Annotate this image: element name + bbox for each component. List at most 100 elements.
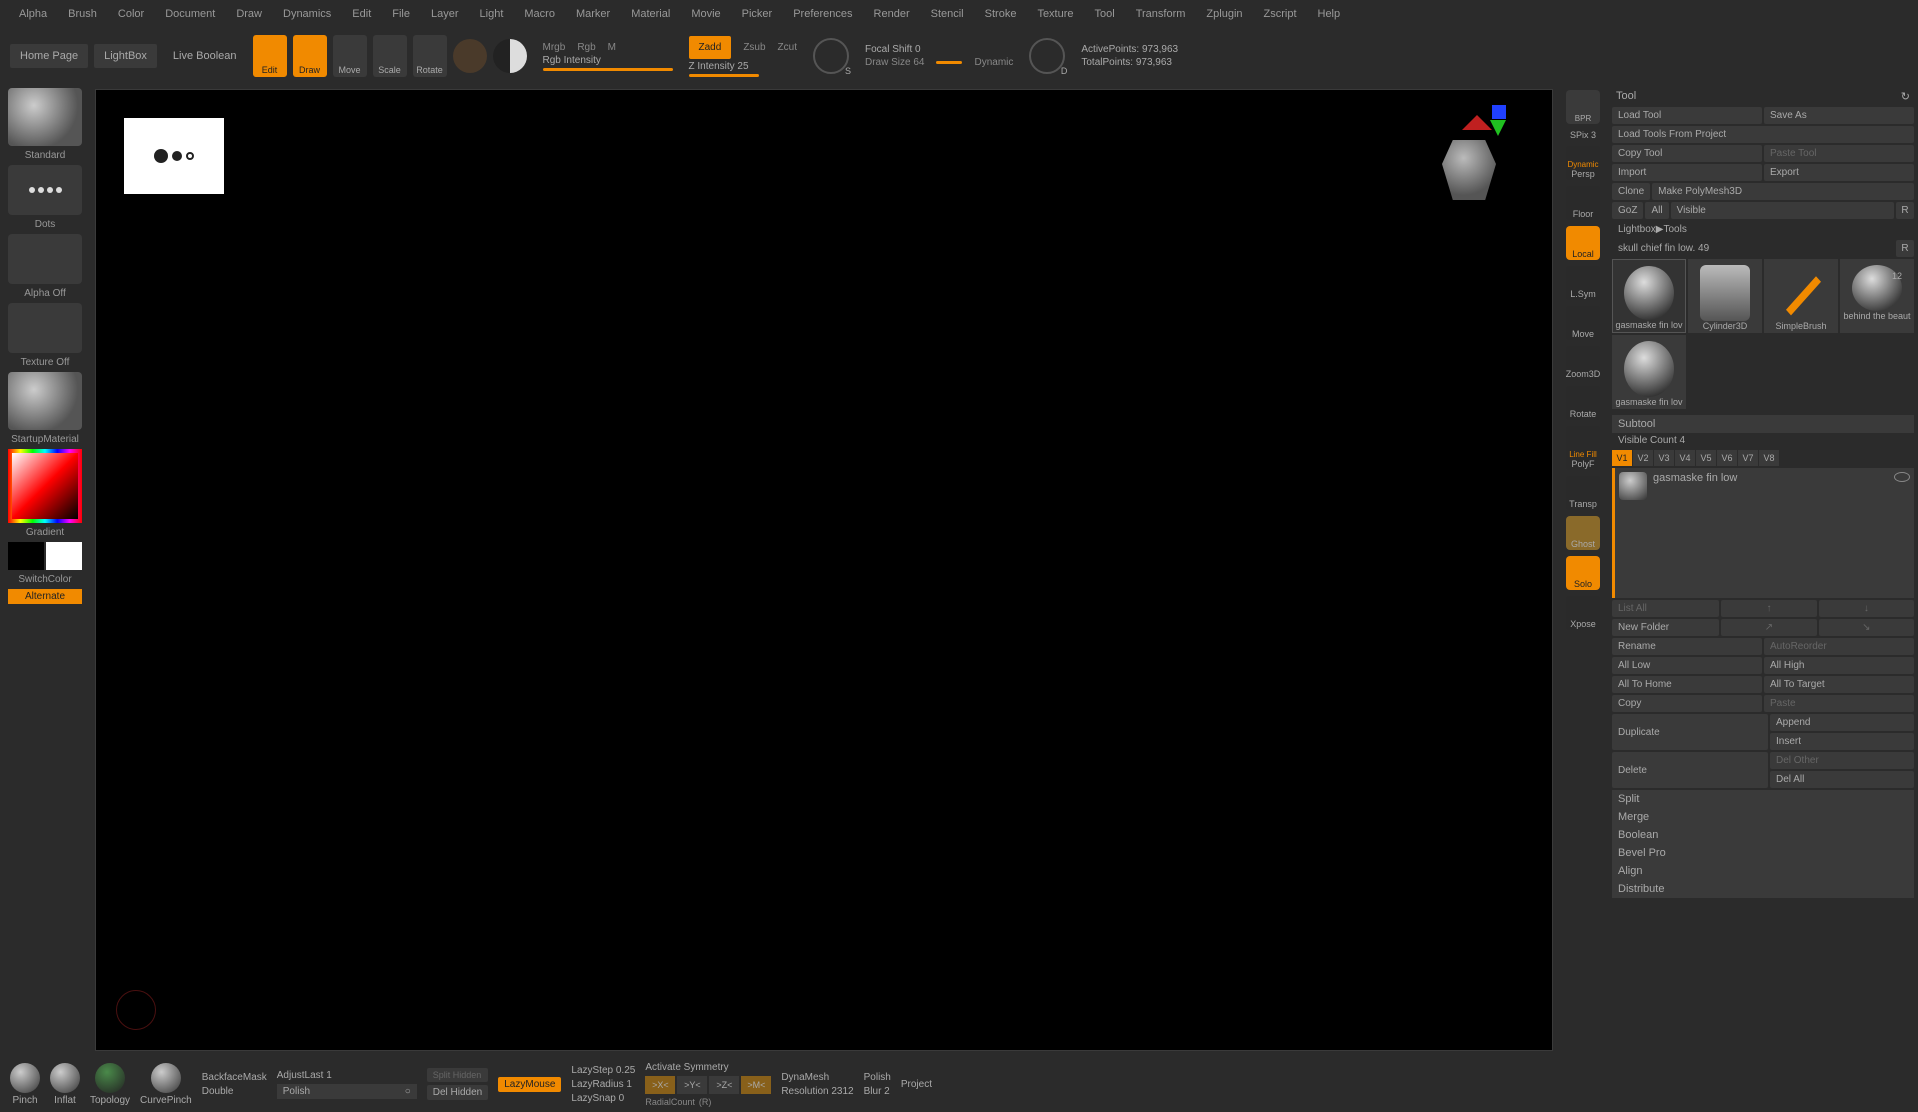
menu-item[interactable]: Macro: [515, 5, 564, 23]
project-label[interactable]: Project: [901, 1079, 932, 1090]
all-high-button[interactable]: All High: [1764, 657, 1914, 674]
v4-button[interactable]: V4: [1675, 450, 1695, 466]
down-icon[interactable]: ↓: [1819, 600, 1914, 617]
swatch-white[interactable]: [46, 542, 82, 570]
viewport[interactable]: [95, 89, 1553, 1051]
r-button-2[interactable]: R: [1896, 240, 1914, 257]
lazymouse-button[interactable]: LazyMouse: [498, 1077, 561, 1092]
dynamesh-label[interactable]: DynaMesh: [781, 1072, 853, 1083]
activate-symmetry-label[interactable]: Activate Symmetry: [645, 1062, 771, 1073]
menu-item[interactable]: Stencil: [922, 5, 973, 23]
resolution-label[interactable]: Resolution 2312: [781, 1086, 853, 1097]
split-hidden-button[interactable]: Split Hidden: [427, 1068, 488, 1082]
home-button[interactable]: Home Page: [10, 44, 88, 68]
rename-button[interactable]: Rename: [1612, 638, 1762, 655]
tool-item-cylinder[interactable]: Cylinder3D: [1688, 259, 1762, 333]
export-button[interactable]: Export: [1764, 164, 1914, 181]
xpose-button[interactable]: Xpose: [1566, 596, 1600, 630]
up-icon[interactable]: ↑: [1721, 600, 1816, 617]
goz-button[interactable]: GoZ: [1612, 202, 1643, 219]
swatch-black[interactable]: [8, 542, 44, 570]
v2-button[interactable]: V2: [1633, 450, 1653, 466]
all-target-button[interactable]: All To Target: [1764, 676, 1914, 693]
y-sym-toggle[interactable]: >Y<: [677, 1076, 707, 1094]
adjustlast-label[interactable]: AdjustLast 1: [277, 1070, 417, 1081]
append-button[interactable]: Append: [1770, 714, 1914, 731]
dial-s-icon[interactable]: S: [813, 38, 849, 74]
tool-item-simplebrush[interactable]: SimpleBrush: [1764, 259, 1838, 333]
z-intensity-slider[interactable]: [689, 74, 759, 77]
lazysnap-label[interactable]: LazySnap 0: [571, 1093, 635, 1104]
tool-item-gasmask2[interactable]: gasmaske fin lov: [1612, 335, 1686, 409]
del-hidden-button[interactable]: Del Hidden: [427, 1085, 488, 1100]
subtool-list[interactable]: gasmaske fin low: [1612, 468, 1914, 598]
load-project-button[interactable]: Load Tools From Project: [1612, 126, 1914, 143]
load-tool-button[interactable]: Load Tool: [1612, 107, 1762, 124]
camera-head-icon[interactable]: [1442, 140, 1496, 200]
edit-button[interactable]: Edit: [253, 35, 287, 77]
menu-item[interactable]: Edit: [343, 5, 380, 23]
switchcolor-label[interactable]: SwitchColor: [16, 572, 73, 587]
v5-button[interactable]: V5: [1696, 450, 1716, 466]
menu-item[interactable]: Zscript: [1255, 5, 1306, 23]
navigation-gizmo[interactable]: [1452, 100, 1522, 200]
material-swatch-icon[interactable]: [453, 39, 487, 73]
brush-curvepinch[interactable]: CurvePinch: [140, 1063, 192, 1106]
merge-header[interactable]: Merge: [1612, 808, 1914, 826]
polish-dropdown[interactable]: Polish○: [277, 1084, 417, 1099]
arrow-icon-2[interactable]: ↘: [1819, 619, 1914, 636]
bpr-button[interactable]: BPR: [1566, 90, 1600, 124]
polymesh-button[interactable]: Make PolyMesh3D: [1652, 183, 1914, 200]
menu-item[interactable]: File: [383, 5, 419, 23]
m-sym-toggle[interactable]: >M<: [741, 1076, 771, 1094]
transp-button[interactable]: Transp: [1566, 476, 1600, 510]
rotate-button[interactable]: Rotate: [413, 35, 447, 77]
menu-item[interactable]: Render: [865, 5, 919, 23]
lsym-button[interactable]: L.Sym: [1566, 266, 1600, 300]
rgb-intensity-slider[interactable]: [543, 68, 673, 71]
menu-item[interactable]: Movie: [682, 5, 729, 23]
zoom3d-button[interactable]: Zoom3D: [1566, 346, 1600, 380]
r-button[interactable]: R: [1896, 202, 1914, 219]
menu-item[interactable]: Texture: [1028, 5, 1082, 23]
menu-item[interactable]: Tool: [1086, 5, 1124, 23]
delete-button[interactable]: Delete: [1612, 752, 1768, 788]
alternate-button[interactable]: Alternate: [8, 589, 82, 604]
gradient-icon[interactable]: [493, 39, 527, 73]
persp-button[interactable]: DynamicPersp: [1566, 146, 1600, 180]
scale-button[interactable]: Scale: [373, 35, 407, 77]
quicksketch-thumbnail[interactable]: [124, 118, 224, 194]
zsub-toggle[interactable]: Zsub: [743, 42, 765, 53]
menu-item[interactable]: Layer: [422, 5, 468, 23]
m-toggle[interactable]: M: [608, 42, 616, 53]
double-label[interactable]: Double: [202, 1086, 267, 1097]
polish-label[interactable]: Polish: [864, 1072, 891, 1083]
tool-item-behind[interactable]: behind the beaut12: [1840, 259, 1914, 333]
menu-item[interactable]: Document: [156, 5, 224, 23]
menu-item[interactable]: Brush: [59, 5, 106, 23]
zcut-toggle[interactable]: Zcut: [778, 42, 797, 53]
dial-d-icon[interactable]: D: [1029, 38, 1065, 74]
alpha-preview[interactable]: [8, 234, 82, 284]
lightbox-button[interactable]: LightBox: [94, 44, 157, 68]
subtool-header[interactable]: Subtool: [1612, 415, 1914, 433]
all-low-button[interactable]: All Low: [1612, 657, 1762, 674]
brush-inflat[interactable]: Inflat: [50, 1063, 80, 1106]
eye-icon[interactable]: [1894, 472, 1910, 482]
v8-button[interactable]: V8: [1759, 450, 1779, 466]
x-sym-toggle[interactable]: >X<: [645, 1076, 675, 1094]
distribute-header[interactable]: Distribute: [1612, 880, 1914, 898]
move-button[interactable]: Move: [333, 35, 367, 77]
paste-button[interactable]: Paste: [1764, 695, 1914, 712]
boolean-header[interactable]: Boolean: [1612, 826, 1914, 844]
z-sym-toggle[interactable]: >Z<: [709, 1076, 739, 1094]
menu-item[interactable]: Preferences: [784, 5, 861, 23]
menu-item[interactable]: Picker: [733, 5, 782, 23]
color-picker[interactable]: [8, 449, 82, 523]
menu-item[interactable]: Transform: [1127, 5, 1195, 23]
local-button[interactable]: Local: [1566, 226, 1600, 260]
backface-label[interactable]: BackfaceMask: [202, 1072, 267, 1083]
menu-item[interactable]: Help: [1309, 5, 1350, 23]
brush-topology[interactable]: Topology: [90, 1063, 130, 1106]
floor-button[interactable]: Floor: [1566, 186, 1600, 220]
